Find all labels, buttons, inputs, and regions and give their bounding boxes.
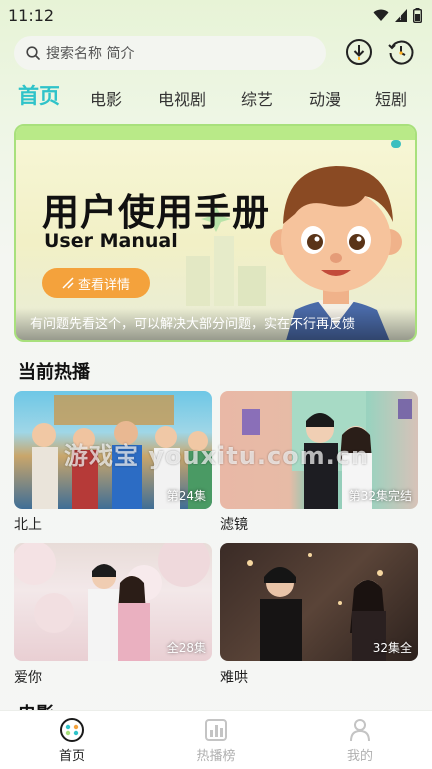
search-placeholder: 搜索名称 简介	[46, 46, 135, 62]
user-manual-banner[interactable]: 用户使用手册 User Manual 查看详情 有问题先看这个，可以解决大部分问…	[14, 124, 417, 342]
signal-icon: !	[395, 8, 407, 22]
search-icon	[26, 46, 40, 60]
download-icon	[346, 39, 372, 65]
tab-anime[interactable]: 动漫	[309, 86, 375, 110]
tab-variety[interactable]: 综艺	[241, 86, 309, 110]
section-title-now-playing: 当前热播	[18, 362, 90, 383]
episode-badge: 第24集	[166, 489, 206, 503]
show-title-beishang[interactable]: 北上	[14, 514, 42, 534]
wifi-icon	[373, 9, 389, 21]
ranking-icon	[205, 718, 227, 741]
status-bar: 11:12 !	[0, 0, 432, 30]
tab-short-drama[interactable]: 短剧	[375, 86, 415, 110]
svg-text:!: !	[399, 14, 402, 22]
nav-profile[interactable]: 我的	[305, 717, 415, 764]
view-details-button[interactable]: 查看详情	[42, 268, 150, 298]
episode-badge: 第32集完结	[348, 489, 412, 503]
tab-home[interactable]: 首页	[18, 80, 90, 110]
status-icons: !	[373, 7, 422, 23]
bottom-navigation: 首页 热播榜 我的	[0, 710, 432, 769]
tab-movie[interactable]: 电影	[90, 86, 158, 110]
episode-badge: 32集全	[372, 641, 412, 655]
history-icon	[388, 40, 414, 65]
download-button[interactable]	[344, 37, 374, 67]
pointer-icon	[62, 277, 74, 289]
banner-caption: 有问题先看这个，可以解决大部分问题，实在不行再反馈	[30, 317, 356, 332]
category-tabs: 首页 电影 电视剧 综艺 动漫 短剧	[18, 80, 418, 110]
search-input[interactable]: 搜索名称 简介	[14, 36, 326, 70]
banner-title: 用户使用手册	[42, 191, 270, 234]
show-title-lvjing[interactable]: 滤镜	[220, 514, 248, 534]
banner-subtitle: User Manual	[44, 230, 178, 252]
search-row: 搜索名称 简介	[14, 36, 418, 70]
watermark: 游戏宝 youxitu.com.cn	[64, 442, 370, 470]
episode-badge: 全28集	[166, 641, 206, 655]
history-button[interactable]	[386, 37, 416, 67]
nav-profile-label: 我的	[346, 748, 373, 764]
show-card-nanhong[interactable]: 32集全	[220, 543, 418, 661]
battery-icon	[413, 7, 422, 23]
home-icon	[60, 717, 84, 742]
profile-icon	[350, 718, 370, 741]
nav-home-label: 首页	[58, 748, 85, 764]
banner-top-strip	[16, 126, 415, 140]
status-time: 11:12	[8, 5, 55, 25]
nav-ranking[interactable]: 热播榜	[161, 717, 271, 764]
show-card-aini[interactable]: 全28集	[14, 543, 212, 661]
banner-indicator	[391, 140, 401, 148]
nav-home[interactable]: 首页	[17, 717, 127, 764]
show-title-nanhong[interactable]: 难哄	[220, 667, 248, 687]
view-details-label: 查看详情	[77, 277, 130, 293]
show-title-aini[interactable]: 爱你	[14, 667, 42, 687]
tab-tv-series[interactable]: 电视剧	[158, 86, 241, 110]
nav-ranking-label: 热播榜	[196, 748, 236, 764]
